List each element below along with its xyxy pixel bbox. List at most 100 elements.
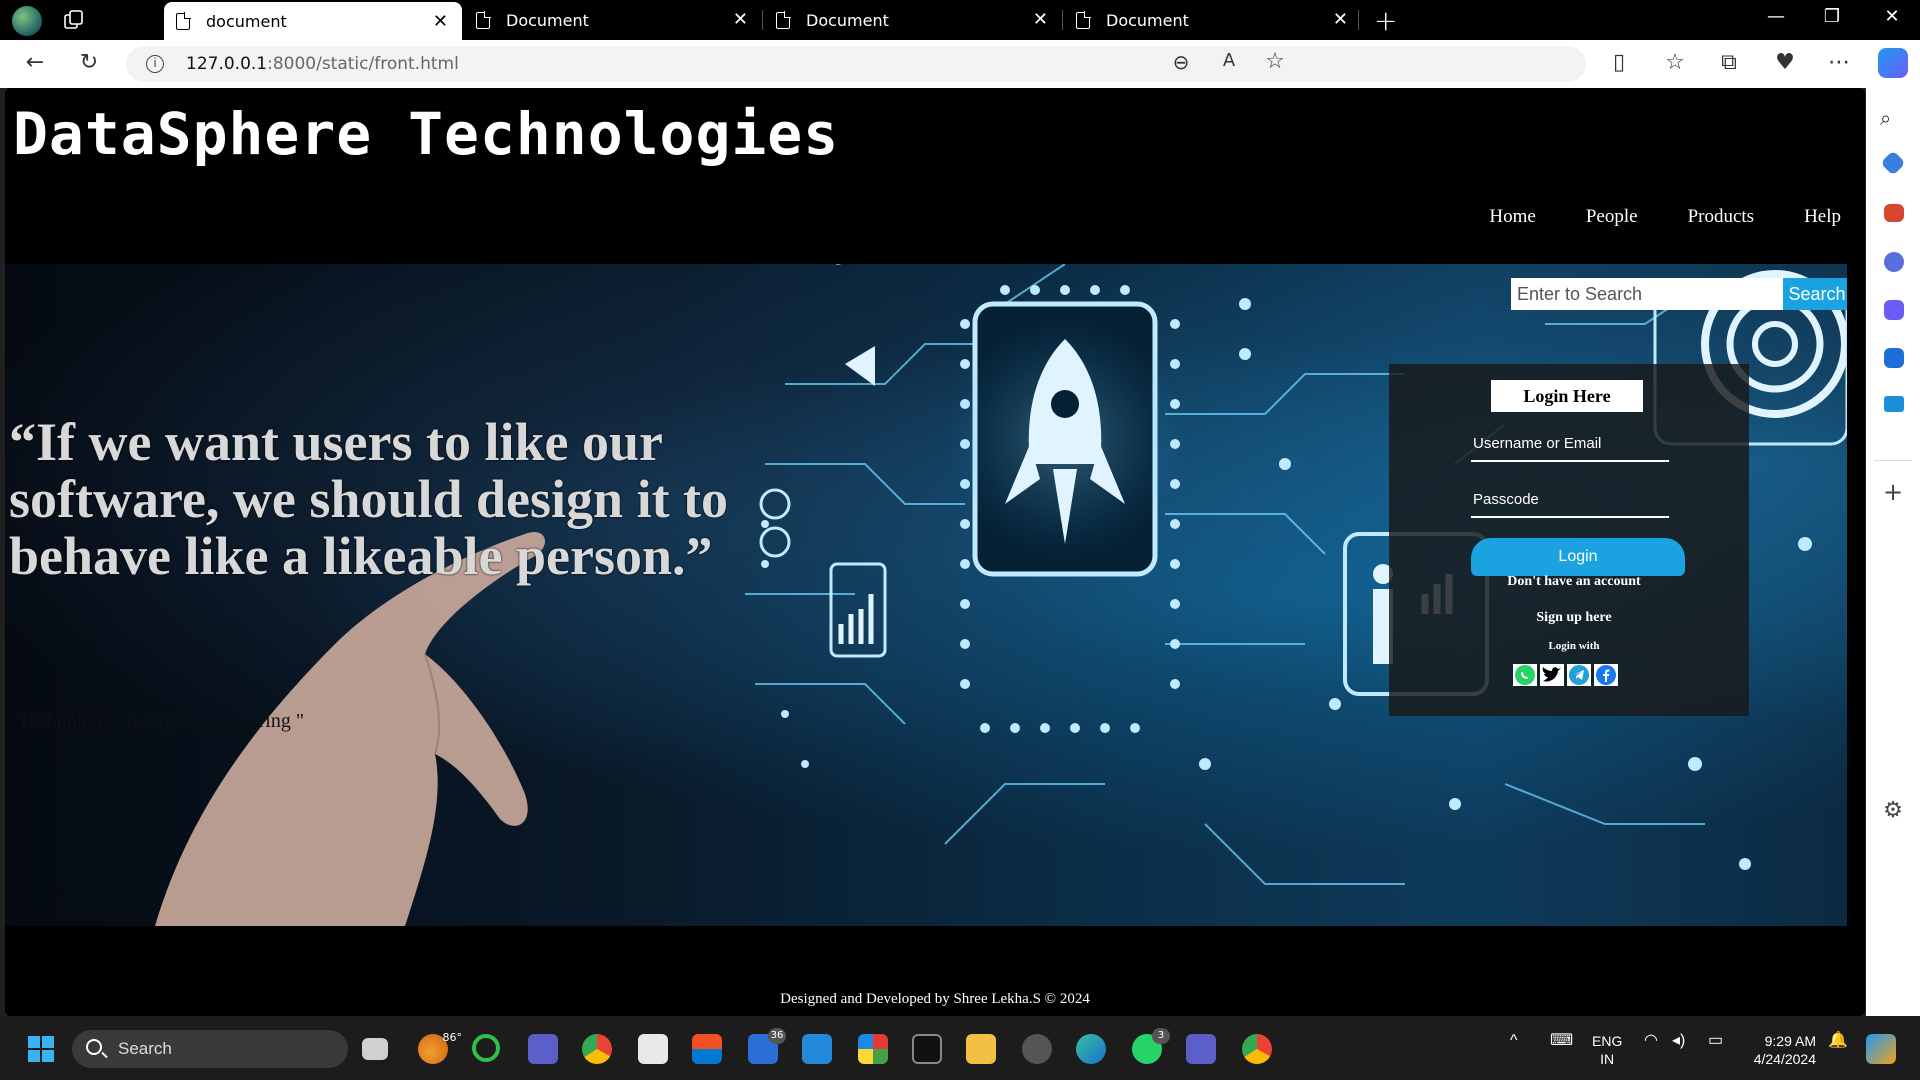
microsoft-store-icon[interactable] xyxy=(692,1034,722,1064)
login-panel: Login Here Login Don't have an account S… xyxy=(1389,364,1749,716)
site-info-icon[interactable]: i xyxy=(146,55,164,73)
battery-icon[interactable]: ▭ xyxy=(1708,1032,1723,1050)
shopping-tag-icon[interactable] xyxy=(1880,150,1906,176)
add-icon[interactable]: + xyxy=(1880,478,1906,506)
tab-divider xyxy=(762,10,763,30)
no-account-text: Don't have an account xyxy=(1507,574,1641,589)
browser-toolbar: ← ↻ i 127.0.0.1:8000/static/front.html ⊖… xyxy=(0,40,1920,88)
telegram-icon[interactable] xyxy=(1567,664,1591,686)
favorite-star-icon[interactable]: ☆ xyxy=(1260,49,1290,74)
chrome-icon[interactable] xyxy=(582,1034,612,1064)
zoom-out-icon[interactable]: ⊖ xyxy=(1166,50,1196,74)
task-view-icon[interactable] xyxy=(362,1038,388,1060)
terminal-icon[interactable] xyxy=(912,1034,942,1064)
search-input[interactable] xyxy=(1511,278,1783,310)
windows-start-icon[interactable] xyxy=(28,1036,54,1062)
file-explorer-icon[interactable] xyxy=(966,1034,996,1064)
tab-title: Document xyxy=(806,10,889,30)
tab-divider xyxy=(1062,10,1063,30)
footer-credit: Designed and Developed by Shree Lekha.S … xyxy=(780,991,1090,1007)
restore-button[interactable]: ❐ xyxy=(1812,6,1852,27)
minimize-button[interactable]: — xyxy=(1756,6,1796,27)
weather-temperature: 86° xyxy=(442,1031,463,1044)
browser-tab-3[interactable]: Document ✕ xyxy=(764,0,1062,40)
close-tab-icon[interactable]: ✕ xyxy=(733,9,748,30)
teams-work-icon[interactable] xyxy=(1186,1034,1216,1064)
search-icon[interactable]: ⌕ xyxy=(1880,106,1906,132)
login-with-label: Login with xyxy=(1548,640,1600,652)
browser-tab-2[interactable]: Document ✕ xyxy=(464,0,762,40)
taskbar-search[interactable]: Search xyxy=(72,1030,348,1068)
send-icon[interactable] xyxy=(1884,396,1904,412)
brand-title: DataSphere Technologies xyxy=(13,100,840,168)
office-app-icon[interactable] xyxy=(858,1034,888,1064)
close-tab-icon[interactable]: ✕ xyxy=(1033,9,1048,30)
whatsapp-icon[interactable] xyxy=(1513,664,1537,686)
url-host: 127.0.0.1 xyxy=(186,54,268,74)
notification-bell-icon[interactable]: 🔔 xyxy=(1828,1032,1848,1050)
nav-help[interactable]: Help xyxy=(1804,206,1841,228)
profile-avatar-icon[interactable] xyxy=(12,6,42,36)
vscode-icon[interactable] xyxy=(802,1034,832,1064)
show-hidden-icons-icon[interactable]: ^ xyxy=(1510,1032,1518,1050)
mail-icon[interactable]: 36 xyxy=(748,1028,786,1064)
workspaces-icon[interactable] xyxy=(64,10,86,30)
clock[interactable]: 9:29 AM 4/24/2024 xyxy=(1744,1032,1816,1068)
mail-badge: 36 xyxy=(768,1028,786,1044)
snipping-tool-icon[interactable] xyxy=(1022,1034,1052,1064)
split-screen-icon[interactable]: ▯ xyxy=(1604,50,1634,75)
url-text[interactable]: 127.0.0.1:8000/static/front.html xyxy=(186,54,459,74)
tools-icon[interactable] xyxy=(1884,204,1904,222)
outlook-icon[interactable] xyxy=(1884,348,1904,368)
more-options-icon[interactable]: ⋯ xyxy=(1824,50,1854,75)
browser-tab-4[interactable]: Document ✕ xyxy=(1064,0,1362,40)
twitter-icon[interactable] xyxy=(1540,664,1564,686)
signup-link[interactable]: Sign up here xyxy=(1449,610,1699,626)
facebook-icon[interactable] xyxy=(1594,664,1618,686)
language-indicator[interactable]: ENG IN xyxy=(1592,1032,1622,1068)
copilot-icon[interactable] xyxy=(1878,48,1908,78)
notepad-icon[interactable] xyxy=(638,1034,668,1064)
nav-products[interactable]: Products xyxy=(1688,206,1755,228)
password-field[interactable] xyxy=(1471,482,1669,518)
whatsapp-badge: 3 xyxy=(1152,1028,1170,1044)
favorites-icon[interactable]: ☆ xyxy=(1660,50,1690,75)
windows-taskbar: Search 86° 36 3 ^ ⌨ ENG IN ◠ ◂) ▭ 9:29 A… xyxy=(0,1016,1920,1080)
taskbar-search-label: Search xyxy=(118,1039,172,1058)
nav-people[interactable]: People xyxy=(1586,206,1638,228)
copilot-taskbar-icon[interactable] xyxy=(1866,1034,1896,1064)
weather-icon[interactable]: 86° xyxy=(418,1031,462,1064)
username-field[interactable] xyxy=(1471,426,1669,462)
teams-icon[interactable] xyxy=(528,1034,558,1064)
tab-title: Document xyxy=(1106,10,1189,30)
nav-home[interactable]: Home xyxy=(1489,206,1535,228)
close-window-button[interactable]: ✕ xyxy=(1872,6,1912,27)
keyboard-icon[interactable]: ⌨ xyxy=(1550,1032,1573,1050)
browser-essentials-icon[interactable]: ♥ xyxy=(1770,50,1800,75)
new-tab-button[interactable]: + xyxy=(1374,4,1397,37)
url-path: :8000/static/front.html xyxy=(267,54,459,74)
browser-tab-1[interactable]: document ✕ xyxy=(164,2,462,40)
social-login-buttons xyxy=(1513,664,1618,686)
read-aloud-icon[interactable]: A xyxy=(1214,50,1244,71)
settings-gear-icon[interactable]: ⚙ xyxy=(1880,798,1906,824)
sync-app-icon[interactable] xyxy=(472,1034,500,1062)
login-button[interactable]: Login xyxy=(1471,538,1685,576)
search-button[interactable]: Search xyxy=(1783,278,1847,310)
login-title: Login Here xyxy=(1491,380,1643,412)
chrome-profile-icon[interactable] xyxy=(1242,1034,1272,1064)
edge-icon[interactable] xyxy=(1076,1034,1106,1064)
address-bar[interactable]: i 127.0.0.1:8000/static/front.html ⊖ A ☆ xyxy=(126,46,1586,82)
tab-title: Document xyxy=(506,10,589,30)
collections-icon[interactable]: ⧉ xyxy=(1714,50,1744,75)
microsoft-365-icon[interactable] xyxy=(1884,300,1904,320)
whatsapp-icon[interactable]: 3 xyxy=(1132,1028,1170,1064)
close-tab-icon[interactable]: ✕ xyxy=(1333,9,1348,30)
games-icon[interactable] xyxy=(1884,252,1904,272)
search-icon xyxy=(86,1039,102,1055)
refresh-icon[interactable]: ↻ xyxy=(74,50,104,75)
wifi-icon[interactable]: ◠ xyxy=(1644,1032,1658,1050)
volume-icon[interactable]: ◂) xyxy=(1672,1032,1685,1050)
back-arrow-icon[interactable]: ← xyxy=(20,50,50,75)
close-tab-icon[interactable]: ✕ xyxy=(433,11,448,32)
